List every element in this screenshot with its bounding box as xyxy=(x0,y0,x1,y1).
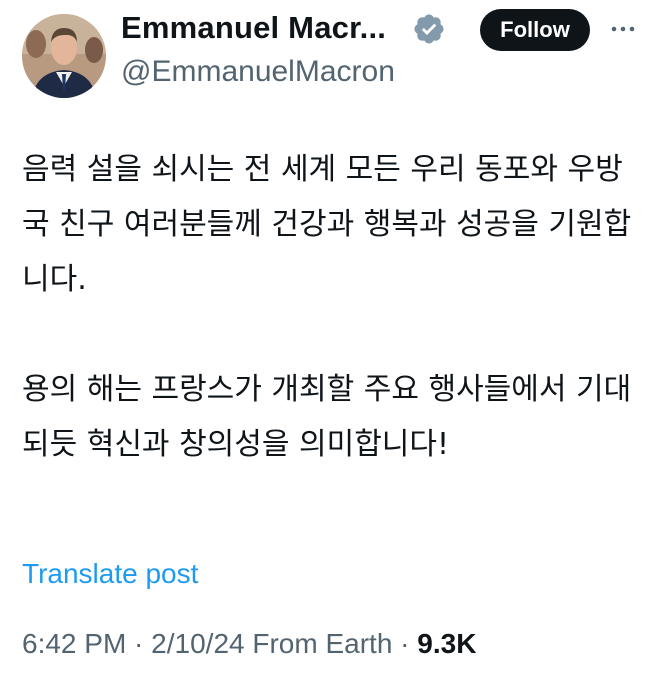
separator: · xyxy=(126,628,152,659)
tweet-text: 음력 설을 쇠시는 전 세계 모든 우리 동포와 우방국 친구 여러분들께 건강… xyxy=(22,142,647,472)
view-count[interactable]: 9.3K xyxy=(417,628,476,659)
translate-post-link[interactable]: Translate post xyxy=(22,558,198,590)
tweet-metadata: 6:42 PM · 2/10/24 From Earth · 9.3K xyxy=(22,628,476,660)
follow-button[interactable]: Follow xyxy=(480,9,590,51)
author-name[interactable]: Emmanuel Macr... xyxy=(121,10,386,46)
more-options-icon[interactable] xyxy=(608,14,638,44)
avatar[interactable] xyxy=(22,14,106,98)
post-source: From Earth xyxy=(252,628,393,659)
separator: · xyxy=(392,628,418,659)
post-date[interactable]: 2/10/24 xyxy=(151,628,244,659)
tweet-paragraph: 음력 설을 쇠시는 전 세계 모든 우리 동포와 우방국 친구 여러분들께 건강… xyxy=(22,152,632,297)
tweet-paragraph: 용의 해는 프랑스가 개최할 주요 행사들에서 기대되듯 혁신과 창의성을 의미… xyxy=(22,372,632,462)
author-handle[interactable]: @EmmanuelMacron xyxy=(121,55,395,89)
verified-badge-icon xyxy=(414,14,444,44)
post-time[interactable]: 6:42 PM xyxy=(22,628,126,659)
tweet-card: Emmanuel Macr... @EmmanuelMacron Follow … xyxy=(0,0,660,676)
